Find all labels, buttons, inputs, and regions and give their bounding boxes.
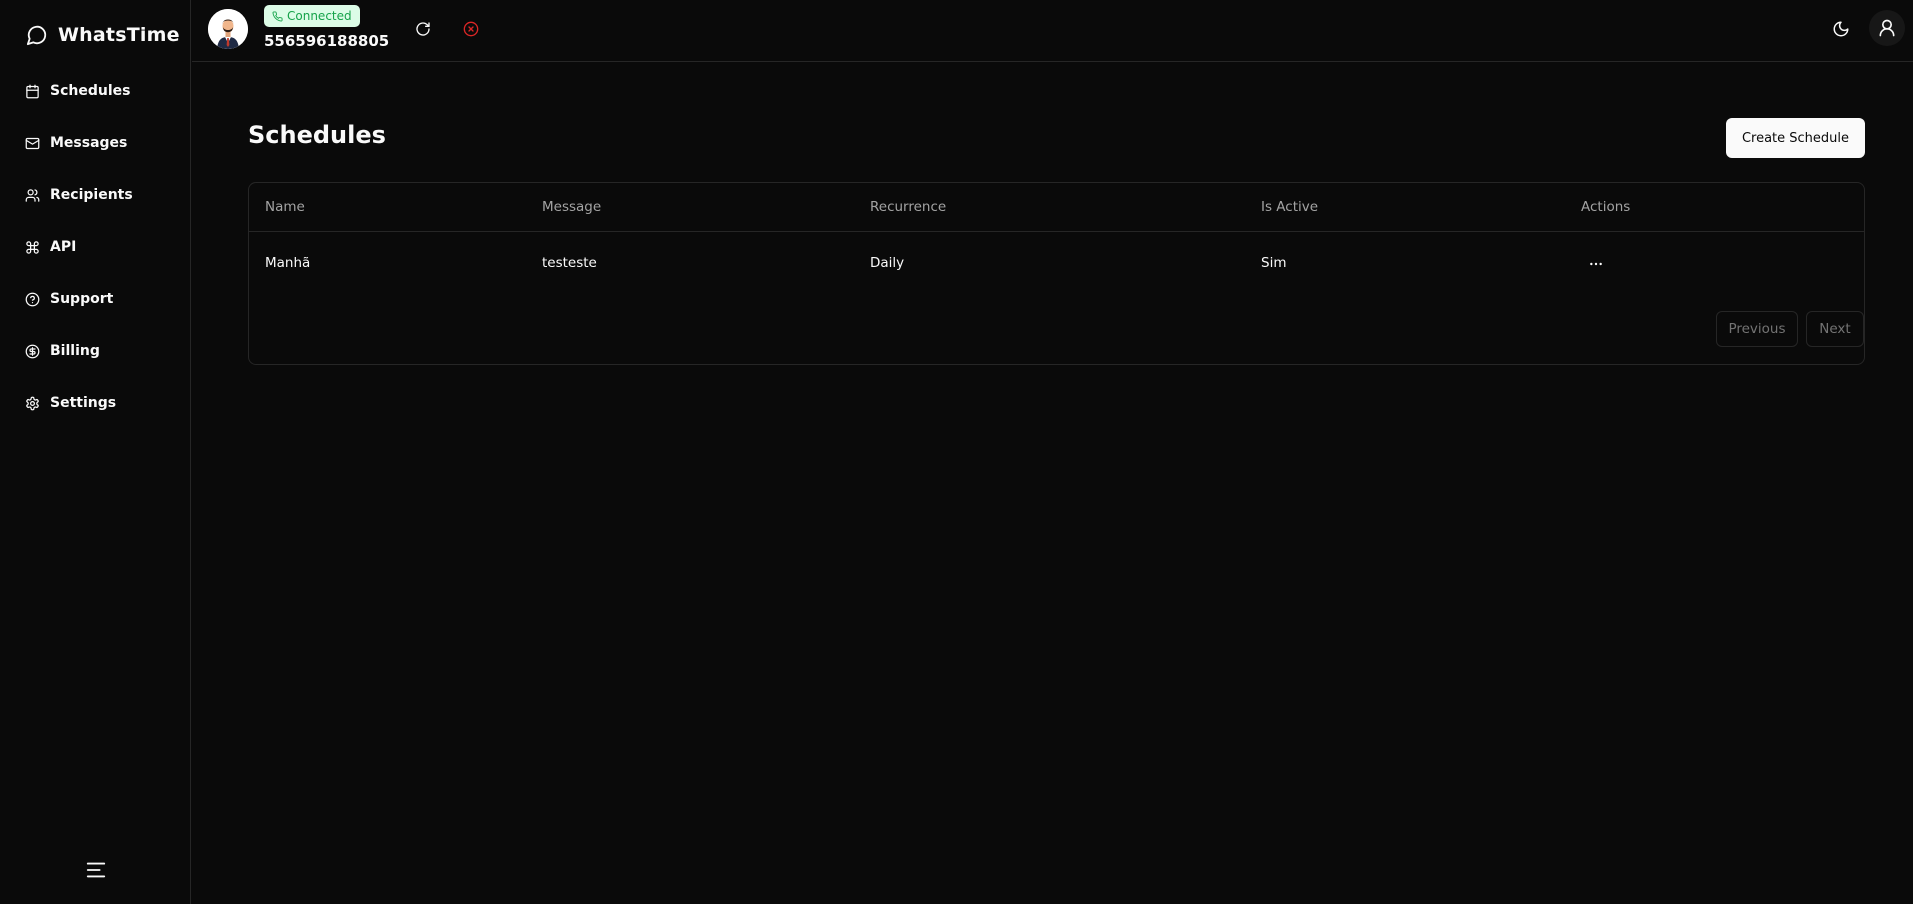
brand-name: WhatsTime	[58, 24, 180, 46]
column-header-is-active: Is Active	[1261, 199, 1319, 215]
cell-message: testeste	[542, 255, 597, 271]
message-circle-icon	[26, 25, 47, 46]
calendar-icon	[26, 84, 39, 98]
sidebar-item-label: Recipients	[50, 187, 133, 203]
phone-icon	[272, 10, 283, 22]
moon-icon	[1833, 21, 1849, 37]
gear-icon	[26, 396, 39, 410]
sidebar: WhatsTime Schedules Messages Recipients …	[0, 0, 191, 904]
next-page-button[interactable]: Next	[1806, 311, 1864, 347]
table-header: Name Message Recurrence Is Active Action…	[249, 183, 1864, 232]
sidebar-item-label: Support	[50, 291, 114, 307]
main-content: Schedules Create Schedule Name Message R…	[192, 63, 1913, 904]
cell-is-active: Sim	[1261, 255, 1287, 271]
sidebar-item-support[interactable]: Support	[0, 273, 190, 325]
x-circle-icon	[463, 21, 479, 37]
dollar-circle-icon	[25, 344, 40, 358]
column-header-name: Name	[265, 199, 305, 215]
sidebar-item-api[interactable]: API	[0, 221, 190, 273]
sidebar-nav: Schedules Messages Recipients API Suppor…	[0, 65, 190, 429]
previous-page-button[interactable]: Previous	[1716, 311, 1798, 347]
avatar[interactable]	[208, 9, 248, 49]
cell-recurrence: Daily	[870, 255, 905, 271]
sidebar-item-schedules[interactable]: Schedules	[0, 65, 190, 117]
brand[interactable]: WhatsTime	[26, 22, 180, 48]
status-text: Connected	[287, 9, 352, 23]
theme-toggle-button[interactable]	[1827, 15, 1855, 43]
sidebar-item-label: Messages	[50, 135, 128, 151]
topbar: Connected 556596188805	[192, 0, 1913, 62]
command-icon	[26, 240, 39, 254]
create-schedule-button[interactable]: Create Schedule	[1726, 118, 1865, 158]
column-header-actions: Actions	[1581, 199, 1631, 215]
sidebar-item-settings[interactable]: Settings	[0, 377, 190, 429]
refresh-button[interactable]	[409, 15, 437, 43]
row-actions-button[interactable]	[1582, 250, 1610, 278]
refresh-icon	[416, 22, 430, 36]
status-badge: Connected	[264, 5, 360, 27]
mail-icon	[25, 137, 40, 149]
sidebar-item-label: Settings	[50, 395, 117, 411]
column-header-message: Message	[542, 199, 602, 215]
cell-name: Manhã	[265, 255, 311, 271]
menu-lines-icon	[86, 862, 106, 878]
sidebar-item-label: API	[50, 239, 77, 255]
schedules-table: Name Message Recurrence Is Active Action…	[248, 182, 1865, 365]
sidebar-toggle-button[interactable]	[84, 858, 108, 882]
sidebar-item-label: Schedules	[50, 83, 131, 99]
help-circle-icon	[25, 292, 40, 306]
phone-number: 556596188805	[264, 32, 390, 50]
user-icon	[1879, 19, 1895, 37]
users-icon	[25, 188, 40, 202]
sidebar-item-messages[interactable]: Messages	[0, 117, 190, 169]
column-header-recurrence: Recurrence	[870, 199, 947, 215]
app-root: WhatsTime Schedules Messages Recipients …	[0, 0, 1913, 904]
sidebar-item-recipients[interactable]: Recipients	[0, 169, 190, 221]
more-horizontal-icon	[1590, 262, 1602, 266]
person-avatar-icon	[208, 9, 248, 49]
user-menu-button[interactable]	[1869, 10, 1905, 46]
sidebar-item-billing[interactable]: Billing	[0, 325, 190, 377]
sidebar-item-label: Billing	[50, 343, 100, 359]
table-row[interactable]: Manhã testeste Daily Sim	[249, 232, 1864, 296]
page-title: Schedules	[248, 121, 386, 149]
disconnect-button[interactable]	[457, 15, 485, 43]
